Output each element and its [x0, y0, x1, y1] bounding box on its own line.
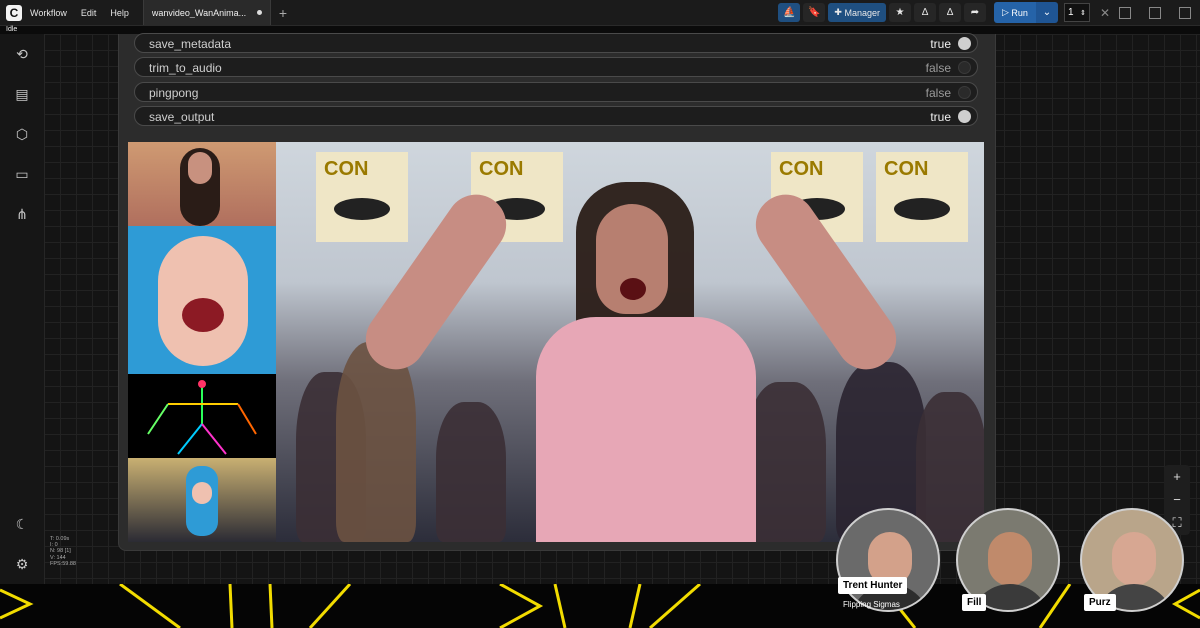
source-thumbnail: [128, 458, 276, 542]
unsaved-dot-icon: [256, 10, 262, 15]
toggle-icon[interactable]: [958, 37, 971, 50]
widget-trim-to-audio[interactable]: trim_to_audio false: [134, 57, 978, 77]
menu-workflow[interactable]: Workflow: [30, 8, 67, 18]
stat-fps: FPS:59.88: [50, 560, 76, 567]
top-menu-bar: C Workflow Edit Help wanvideo_WanAnima..…: [0, 0, 1200, 26]
widget-save-output[interactable]: save_output true: [134, 106, 978, 126]
perf-stats: T: 0.09s I: 0 N: 98 [1] V: 144 FPS:59.88: [50, 536, 76, 567]
book-icon[interactable]: ▤: [12, 84, 32, 104]
banner-image: CON: [876, 152, 968, 242]
widget-pingpong[interactable]: pingpong false: [134, 82, 978, 102]
mouth-image: [620, 278, 646, 300]
manager-label: Manager: [844, 7, 880, 18]
main-video-frame[interactable]: CON CON CON CON: [276, 142, 984, 542]
batch-count-value: 1: [1067, 7, 1074, 18]
face-thumbnail: [128, 226, 276, 374]
widget-value: false: [925, 61, 951, 75]
cube-icon[interactable]: ⬡: [12, 124, 32, 144]
close-icon[interactable]: ✕: [1100, 6, 1110, 20]
run-button[interactable]: ▷ Run: [994, 2, 1036, 23]
video-preview: CON CON CON CON: [128, 142, 984, 542]
toggle-icon[interactable]: [958, 86, 971, 99]
sitemap-icon[interactable]: ⋔: [12, 204, 32, 224]
moon-icon[interactable]: ☾: [12, 514, 32, 534]
history-icon[interactable]: ⟲: [12, 44, 32, 64]
webcam-subtitle: Flipping Sigmas: [843, 600, 900, 609]
widget-value: true: [930, 110, 951, 124]
zoom-out-icon[interactable]: −: [1164, 488, 1190, 511]
workflow-tab-title: wanvideo_WanAnima...: [151, 7, 247, 18]
webcam-name-tag: Purz: [1084, 594, 1116, 611]
run-label: Run: [1011, 7, 1028, 18]
person-body-image: [536, 317, 756, 542]
widget-label: pingpong: [149, 86, 199, 100]
brush-icon[interactable]: ∆: [939, 3, 961, 22]
sidebar: ⟲ ▤ ⬡ ▭ ⋔ ☾ ⚙: [0, 34, 45, 584]
stepper-icon[interactable]: ⇕: [1080, 9, 1086, 17]
mouth-image: [182, 298, 224, 332]
sigma-icon[interactable]: ∆: [914, 3, 936, 22]
webcam-name-tag: Fill: [962, 594, 987, 611]
gear-icon[interactable]: ⚙: [12, 554, 32, 574]
pose-thumbnail: [128, 374, 276, 458]
play-icon: ▷: [1002, 7, 1012, 17]
layout-icon[interactable]: [1149, 6, 1161, 19]
menu-edit[interactable]: Edit: [81, 8, 97, 18]
app-logo-icon[interactable]: C: [6, 4, 22, 21]
panel-toggle-icon[interactable]: [1119, 6, 1131, 19]
toolbar-right: ⛵ 🔖 ✚ Manager ★ ∆ ∆ ➦ ▷ Run ⌄ 1 ⇕ ✕: [775, 0, 1200, 25]
share-icon[interactable]: ➦: [964, 3, 986, 22]
reference-thumbnail: [128, 142, 276, 226]
pose-skeleton-image: [147, 380, 257, 455]
widget-save-metadata[interactable]: save_metadata true: [134, 33, 978, 53]
bookmark-icon[interactable]: 🔖: [803, 3, 826, 22]
widget-label: trim_to_audio: [149, 61, 222, 75]
workflow-tab[interactable]: wanvideo_WanAnima...: [142, 0, 271, 25]
star-icon[interactable]: ★: [889, 3, 911, 22]
widget-label: save_output: [149, 110, 215, 124]
webcam-trent: [836, 508, 940, 612]
zoom-in-icon[interactable]: +: [1164, 465, 1190, 488]
batch-count-input[interactable]: 1 ⇕: [1063, 3, 1090, 22]
maximize-icon[interactable]: [1179, 6, 1191, 19]
webcam-name-tag: Trent Hunter: [838, 577, 908, 594]
menu-help[interactable]: Help: [110, 8, 129, 18]
toggle-icon[interactable]: [958, 61, 971, 74]
widget-value: true: [930, 37, 951, 51]
banner-image: CON: [316, 152, 408, 242]
widget-value: false: [925, 86, 951, 100]
queue-icon[interactable]: ⛵: [778, 3, 801, 22]
add-tab-button[interactable]: +: [279, 5, 287, 21]
toggle-icon[interactable]: [958, 110, 971, 123]
app-window: C Workflow Edit Help wanvideo_WanAnima..…: [0, 0, 1200, 628]
folder-icon[interactable]: ▭: [12, 164, 32, 184]
puzzle-icon: ✚: [834, 7, 845, 17]
status-text: Idle: [6, 26, 18, 33]
manager-button[interactable]: ✚ Manager: [828, 3, 886, 22]
widget-label: save_metadata: [149, 37, 232, 51]
run-group: ▷ Run ⌄: [994, 2, 1058, 23]
run-options-chevron-icon[interactable]: ⌄: [1035, 2, 1058, 23]
